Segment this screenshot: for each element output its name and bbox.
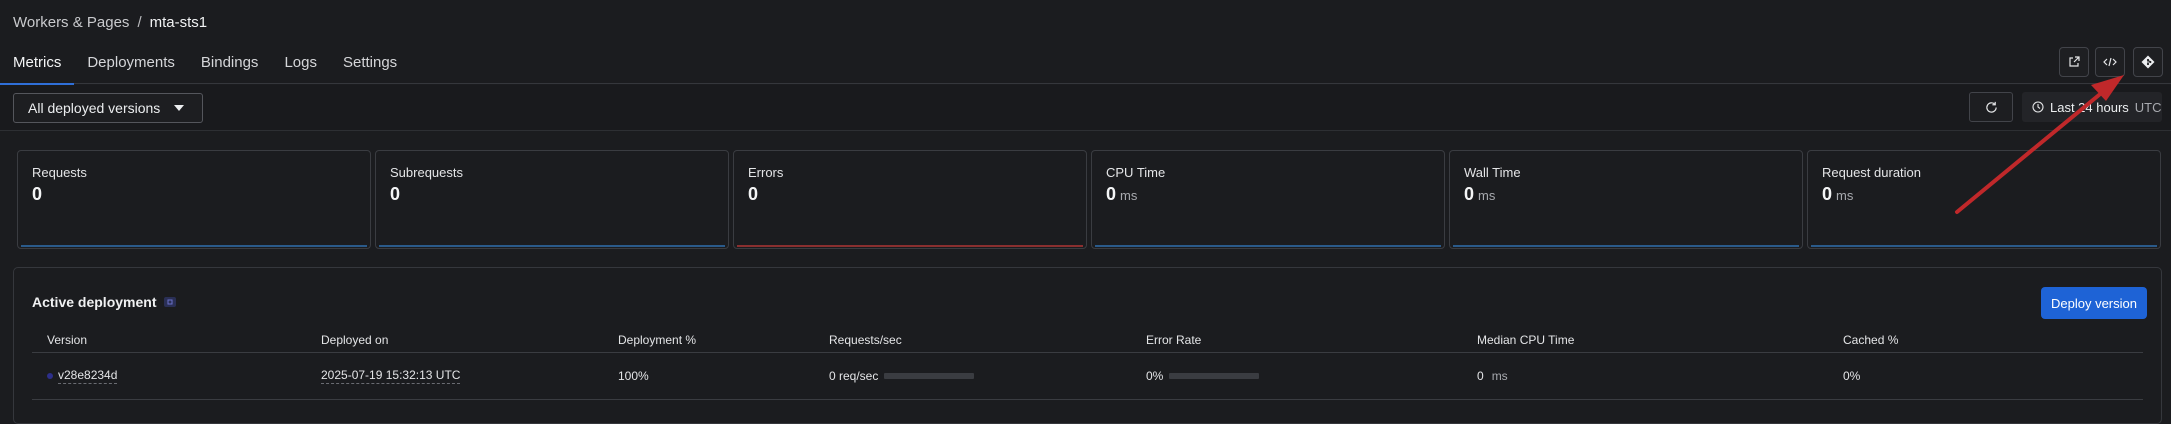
- column-header-version: Version: [47, 333, 88, 347]
- error-rate-value: 0%: [1146, 369, 1164, 383]
- panel-title: Active deployment: [32, 294, 177, 310]
- filter-toolbar: All deployed versions Last 24 hours UTC: [0, 85, 2171, 131]
- version-cell: v28e8234d: [47, 353, 118, 399]
- active-deployment-panel: Active deployment Deploy version Version…: [13, 267, 2162, 424]
- median-cpu-cell: 0 ms: [1477, 353, 1508, 399]
- metric-sparkline: [1811, 245, 2157, 247]
- metric-card-wall-time: Wall Time 0 ms: [1449, 150, 1803, 249]
- version-select[interactable]: All deployed versions: [13, 93, 203, 123]
- metric-value: 0 ms: [1464, 184, 1496, 204]
- error-rate-cell: 0%: [1146, 353, 1260, 399]
- column-header-deployment-pct: Deployment %: [618, 333, 697, 347]
- external-link-icon: [2069, 56, 2080, 67]
- requests-sec-value: 0 req/sec: [829, 369, 879, 383]
- git-icon: [2141, 55, 2155, 69]
- metric-sparkline: [737, 245, 1083, 247]
- cached-pct-cell: 0%: [1843, 369, 1861, 383]
- column-header-requests-sec: Requests/sec: [829, 333, 902, 347]
- metric-sparkline: [379, 245, 725, 247]
- tab-bindings[interactable]: Bindings: [188, 42, 272, 84]
- metric-sparkline: [21, 245, 367, 247]
- deploy-version-button[interactable]: Deploy version: [2041, 287, 2147, 319]
- metric-value: 0: [390, 184, 401, 204]
- requests-sec-bar: [884, 373, 975, 379]
- table-header: Version Deployed on Deployment % Request…: [32, 327, 2143, 353]
- breadcrumb: Workers & Pages / mta-sts1: [13, 14, 207, 31]
- deployed-on-value[interactable]: 2025-07-19 15:32:13 UTC: [321, 368, 461, 384]
- median-cpu-value: 0: [1477, 369, 1484, 383]
- metric-value: 0 ms: [1106, 184, 1138, 204]
- tab-settings[interactable]: Settings: [330, 42, 410, 84]
- edit-code-button[interactable]: [2095, 47, 2125, 77]
- tab-bar: Metrics Deployments Bindings Logs Settin…: [0, 42, 2171, 85]
- column-header-median-cpu: Median CPU Time: [1477, 333, 1575, 347]
- tab-logs[interactable]: Logs: [271, 42, 330, 84]
- breadcrumb-separator: /: [137, 14, 142, 31]
- metric-card-cpu-time: CPU Time 0 ms: [1091, 150, 1445, 249]
- table-row: v28e8234d 2025-07-19 15:32:13 UTC 100% 0…: [32, 353, 2143, 400]
- breadcrumb-parent-link[interactable]: Workers & Pages: [13, 14, 129, 31]
- refresh-icon: [1985, 101, 1997, 113]
- metric-card-subrequests: Subrequests 0: [375, 150, 729, 249]
- metric-label: Request duration: [1822, 165, 1922, 180]
- median-cpu-unit: ms: [1491, 369, 1508, 383]
- metric-value: 0 ms: [1822, 184, 1854, 204]
- requests-sec-cell: 0 req/sec: [829, 353, 975, 399]
- time-range-label: Last 24 hours: [2050, 99, 2129, 115]
- metric-sparkline: [1453, 245, 1799, 247]
- version-select-label: All deployed versions: [28, 100, 161, 116]
- metric-sparkline: [1095, 245, 1441, 247]
- active-deployment-title: Active deployment: [32, 294, 157, 310]
- deployment-pct-cell: 100%: [618, 369, 649, 383]
- deployed-on-cell: 2025-07-19 15:32:13 UTC: [321, 353, 461, 399]
- metric-label: CPU Time: [1106, 165, 1166, 180]
- metric-card-errors: Errors 0: [733, 150, 1087, 249]
- metric-label: Wall Time: [1464, 165, 1521, 180]
- metric-card-request-duration: Request duration 0 ms: [1807, 150, 2161, 249]
- git-button[interactable]: [2133, 47, 2163, 77]
- tab-metrics[interactable]: Metrics: [0, 42, 75, 85]
- metric-card-requests: Requests 0: [17, 150, 371, 249]
- info-icon[interactable]: [164, 297, 177, 307]
- metric-label: Errors: [748, 165, 784, 180]
- column-header-cached-pct: Cached %: [1843, 333, 1899, 347]
- timezone-label: UTC: [2134, 99, 2162, 115]
- clock-icon: [2032, 101, 2044, 113]
- version-link[interactable]: v28e8234d: [58, 368, 118, 384]
- column-header-deployed-on: Deployed on: [321, 333, 389, 347]
- breadcrumb-current: mta-sts1: [149, 14, 208, 31]
- metric-value: 0: [748, 184, 759, 204]
- metric-label: Requests: [32, 165, 87, 180]
- tab-deployments[interactable]: Deployments: [74, 42, 188, 84]
- status-dot-icon: [47, 373, 53, 379]
- time-range-select[interactable]: Last 24 hours UTC: [2022, 92, 2162, 122]
- metric-value: 0: [32, 184, 43, 204]
- visit-button[interactable]: [2059, 47, 2089, 77]
- metric-label: Subrequests: [390, 165, 463, 180]
- refresh-button[interactable]: [1969, 92, 2013, 122]
- error-rate-bar: [1169, 373, 1260, 379]
- code-icon: [2103, 57, 2117, 67]
- caret-down-icon: [174, 105, 185, 111]
- column-header-error-rate: Error Rate: [1146, 333, 1202, 347]
